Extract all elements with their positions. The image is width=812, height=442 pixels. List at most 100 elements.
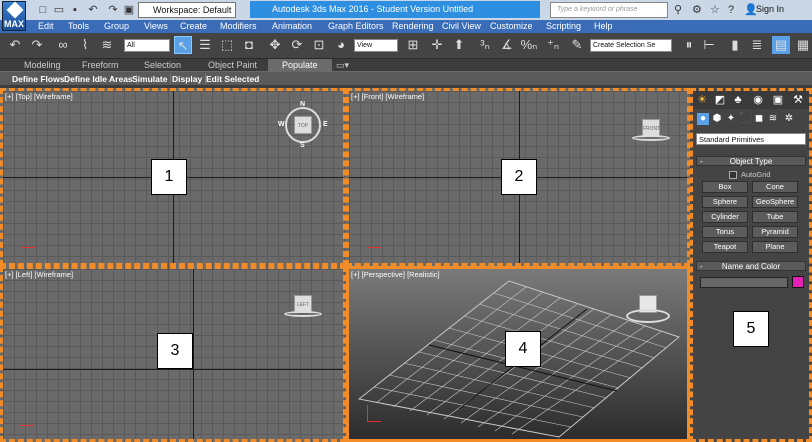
motion-tab-icon[interactable]: ◉ xyxy=(751,93,765,107)
lights-icon[interactable]: ✦ xyxy=(725,113,737,125)
create-tab-icon[interactable]: ☀ xyxy=(695,93,709,107)
workspace-select[interactable]: Workspace: Default xyxy=(138,2,236,18)
viewport-front[interactable]: [+] [Front] [Wireframe] 2 FRONT xyxy=(346,88,690,266)
save-file-icon[interactable]: ▪ xyxy=(68,3,82,17)
viewport-label[interactable]: [+] [Top] [Wireframe] xyxy=(5,92,73,101)
material-editor-icon[interactable]: ▤ xyxy=(772,36,790,54)
menu-group[interactable]: Group xyxy=(104,20,129,33)
menu-graph-editors[interactable]: Graph Editors xyxy=(328,20,384,33)
reference-coordinate-select[interactable]: View xyxy=(354,39,398,52)
application-button[interactable]: MAX xyxy=(2,1,26,31)
primitive-category-select[interactable]: Standard Primitives xyxy=(696,133,806,145)
named-selection-set-select[interactable]: Create Selection Se xyxy=(590,39,672,52)
checkbox-icon[interactable] xyxy=(729,171,737,179)
define-idle-areas-button[interactable]: Define Idle Areas xyxy=(64,74,137,84)
percent-snap-icon[interactable]: %ₙ xyxy=(520,36,538,54)
select-by-name-icon[interactable]: ☰ xyxy=(196,36,214,54)
project-folder-icon[interactable]: ▣ xyxy=(122,3,136,17)
edit-selected-button[interactable]: Edit Selected xyxy=(206,74,262,84)
menu-tools[interactable]: Tools xyxy=(68,20,89,33)
viewport-left[interactable]: [+] [Left] [Wireframe] 3 LEFT xyxy=(0,266,346,442)
helpers-icon[interactable]: ◼ xyxy=(753,113,765,125)
plane-button[interactable]: Plane xyxy=(752,241,798,253)
redo-icon[interactable]: ↷ xyxy=(106,3,120,17)
undo-icon[interactable]: ↶ xyxy=(86,3,100,17)
space-warps-icon[interactable]: ≋ xyxy=(767,113,779,125)
utilities-tab-icon[interactable]: ⚒ xyxy=(791,93,805,107)
placement-icon[interactable]: ◕ xyxy=(332,36,350,54)
ribbon-options-icon[interactable]: ▭▾ xyxy=(336,60,349,70)
menu-scripting[interactable]: Scripting xyxy=(546,20,581,33)
bind-space-warp-icon[interactable]: ≋ xyxy=(98,36,116,54)
selection-filter-select[interactable]: All xyxy=(124,39,170,52)
define-flows-button[interactable]: Define Flows xyxy=(12,74,69,84)
link-icon[interactable]: ∞ xyxy=(54,36,72,54)
viewport-top[interactable]: [+] [Top] [Wireframe] 1 TOP N S W E xyxy=(0,88,346,266)
open-file-icon[interactable]: ▭ xyxy=(52,3,66,17)
graphite-toolbar-icon[interactable]: ≣ xyxy=(748,36,766,54)
unlink-icon[interactable]: ⌇ xyxy=(76,36,94,54)
viewcube-icon[interactable]: TOP xyxy=(294,116,312,134)
sphere-button[interactable]: Sphere xyxy=(702,196,748,208)
geometry-icon[interactable]: ● xyxy=(697,113,709,125)
cylinder-button[interactable]: Cylinder xyxy=(702,211,748,223)
systems-icon[interactable]: ✲ xyxy=(783,113,795,125)
redo-icon[interactable]: ↷ xyxy=(28,36,46,54)
cone-button[interactable]: Cone xyxy=(752,181,798,193)
teapot-button[interactable]: Teapot xyxy=(702,241,748,253)
angle-snap-icon[interactable]: ∡ xyxy=(498,36,516,54)
help-icon[interactable]: ? xyxy=(728,3,734,17)
cameras-icon[interactable]: ⬛ xyxy=(739,113,751,125)
object-name-input[interactable] xyxy=(700,277,788,288)
geosphere-button[interactable]: GeoSphere xyxy=(752,196,798,208)
layer-manager-icon[interactable]: ▮ xyxy=(726,36,744,54)
menu-create[interactable]: Create xyxy=(180,20,207,33)
menu-animation[interactable]: Animation xyxy=(272,20,312,33)
render-setup-icon[interactable]: ▦ xyxy=(794,36,812,54)
menu-customize[interactable]: Customize xyxy=(490,20,533,33)
object-type-rollout-header[interactable]: - Object Type xyxy=(696,156,806,166)
name-color-rollout-header[interactable]: - Name and Color xyxy=(696,261,806,271)
menu-modifiers[interactable]: Modifiers xyxy=(220,20,257,33)
viewport-label[interactable]: [+] [Front] [Wireframe] xyxy=(351,92,424,101)
tab-populate[interactable]: Populate xyxy=(268,59,332,71)
pyramid-button[interactable]: Pyramid xyxy=(752,226,798,238)
box-button[interactable]: Box xyxy=(702,181,748,193)
viewport-label[interactable]: [+] [Left] [Wireframe] xyxy=(5,270,73,279)
object-color-swatch[interactable] xyxy=(792,276,804,288)
menu-edit[interactable]: Edit xyxy=(38,20,54,33)
display-tab-icon[interactable]: ▣ xyxy=(771,93,785,107)
search-input[interactable]: Type a keyword or phrase xyxy=(550,2,668,18)
scale-icon[interactable]: ⊡ xyxy=(310,36,328,54)
undo-icon[interactable]: ↶ xyxy=(6,36,24,54)
tube-button[interactable]: Tube xyxy=(752,211,798,223)
tab-freeform[interactable]: Freeform xyxy=(82,60,119,70)
window-crossing-icon[interactable]: ◘ xyxy=(240,36,258,54)
pivot-center-icon[interactable]: ⊞ xyxy=(404,36,422,54)
simulate-button[interactable]: Simulate xyxy=(132,74,172,84)
menu-views[interactable]: Views xyxy=(144,20,168,33)
rotate-icon[interactable]: ⟳ xyxy=(288,36,306,54)
menu-rendering[interactable]: Rendering xyxy=(392,20,434,33)
align-icon[interactable]: ⊢ xyxy=(700,36,718,54)
edit-named-selection-icon[interactable]: ✎ xyxy=(568,36,586,54)
mirror-icon[interactable]: ⏸ xyxy=(680,36,698,54)
viewport-perspective[interactable]: [+] [Perspective] [Realistic] 4 xyxy=(346,266,690,442)
tab-selection[interactable]: Selection xyxy=(144,60,181,70)
snaps-toggle-icon[interactable]: ³ₙ xyxy=(476,36,494,54)
keyboard-shortcut-icon[interactable]: ⬆ xyxy=(450,36,468,54)
modify-tab-icon[interactable]: ◩ xyxy=(713,93,727,107)
tab-modeling[interactable]: Modeling xyxy=(24,60,61,70)
tab-object-paint[interactable]: Object Paint xyxy=(208,60,257,70)
new-file-icon[interactable]: □ xyxy=(36,3,50,17)
menu-civil-view[interactable]: Civil View xyxy=(442,20,481,33)
display-button[interactable]: Display xyxy=(172,74,207,84)
shapes-icon[interactable]: ⬢ xyxy=(711,113,723,125)
autogrid-checkbox[interactable]: AutoGrid xyxy=(729,170,771,179)
rectangular-selection-icon[interactable]: ⬚ xyxy=(218,36,236,54)
favorites-star-icon[interactable]: ☆ xyxy=(710,3,720,17)
spinner-snap-icon[interactable]: ⁺ₙ xyxy=(544,36,562,54)
binoculars-icon[interactable]: ⚲ xyxy=(674,3,682,17)
select-object-icon[interactable]: ↖ xyxy=(174,36,192,54)
hierarchy-tab-icon[interactable]: ♣ xyxy=(731,93,745,107)
